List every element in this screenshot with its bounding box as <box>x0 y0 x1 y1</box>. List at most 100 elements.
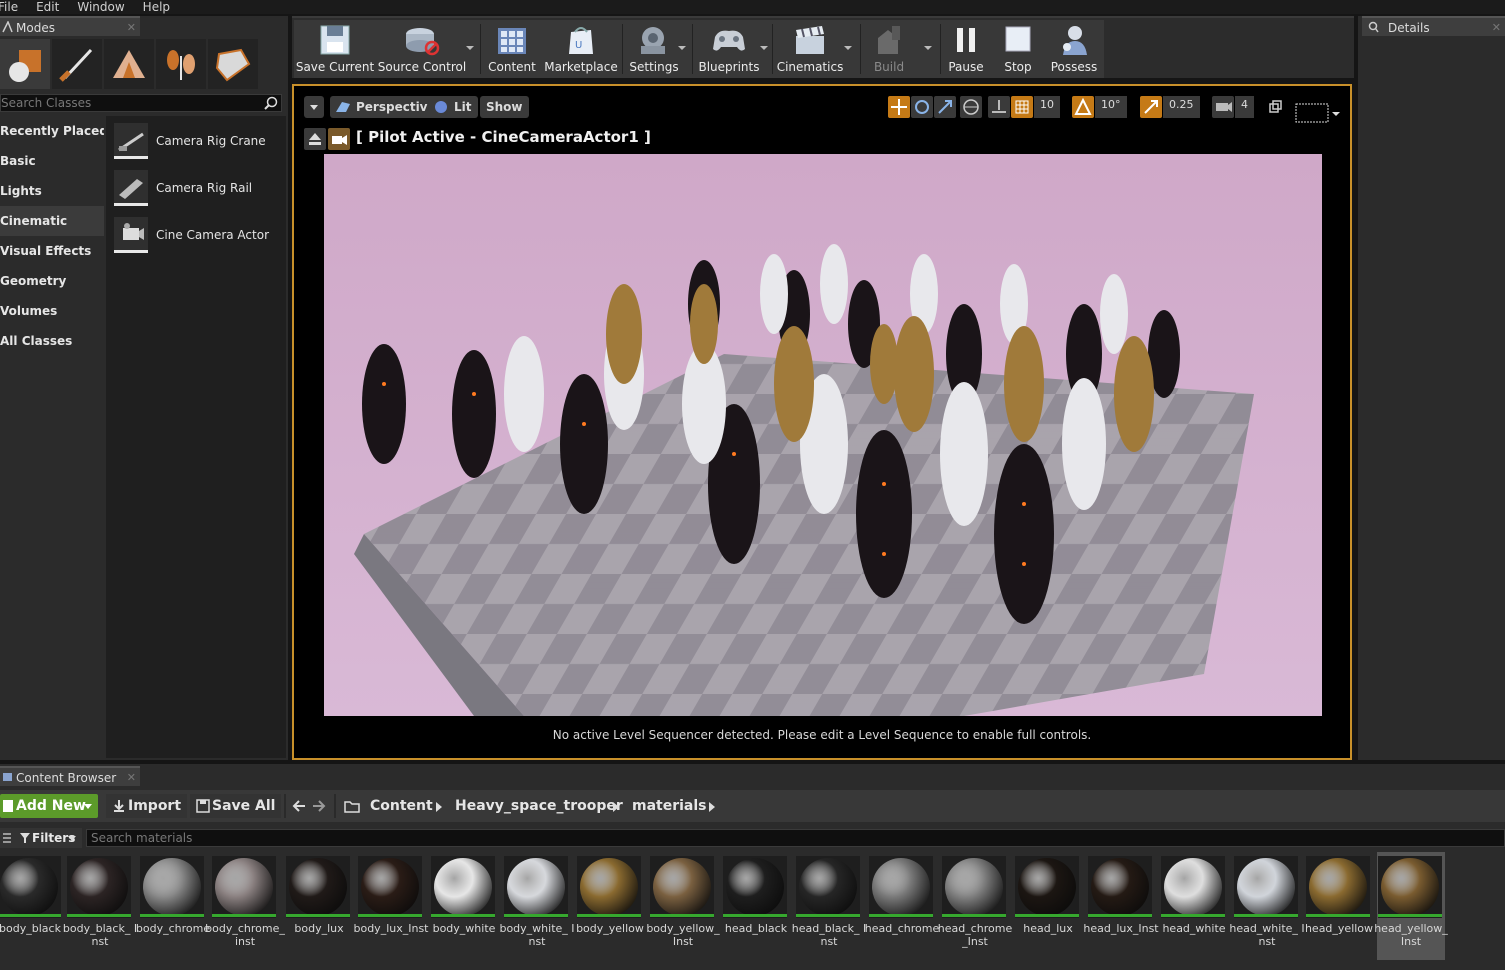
category-recently-placed[interactable]: Recently Placed <box>0 116 104 146</box>
asset-tile[interactable]: head_white_ Inst <box>1229 852 1305 960</box>
asset-tile[interactable]: body_chrome_ inst <box>205 852 285 960</box>
menu-file[interactable]: File <box>0 0 18 14</box>
close-icon[interactable]: ✕ <box>1492 18 1501 38</box>
geometry-mode-button[interactable] <box>208 39 258 89</box>
scale-snap-icon[interactable] <box>1140 96 1162 118</box>
back-arrow-icon[interactable] <box>292 800 306 812</box>
category-volumes[interactable]: Volumes <box>0 296 104 326</box>
asset-tile[interactable]: head_black <box>722 852 790 960</box>
asset-tile[interactable]: body_yellow_ Inst <box>646 852 720 960</box>
add-new-button[interactable]: Add New <box>0 794 98 818</box>
camera-speed-icon[interactable] <box>1212 96 1234 118</box>
asset-tile[interactable]: head_chrome _Inst <box>938 852 1012 960</box>
class-item-camera-rig-crane[interactable]: Camera Rig Crane <box>114 122 266 160</box>
cinematics-dropdown-icon[interactable] <box>844 46 852 50</box>
asset-tile[interactable]: body_white_ Inst <box>499 852 575 960</box>
asset-tile[interactable]: head_white <box>1160 852 1228 960</box>
world-space-icon[interactable] <box>960 96 982 118</box>
settings-button[interactable]: Settings <box>628 20 680 78</box>
menu-window[interactable]: Window <box>77 0 124 14</box>
stop-button[interactable]: Stop <box>998 20 1038 78</box>
close-icon[interactable]: ✕ <box>127 768 136 788</box>
viewport-options-button[interactable] <box>304 96 324 118</box>
rotation-snap-icon[interactable] <box>1072 96 1094 118</box>
search-materials-input[interactable]: Search materials <box>86 829 1505 847</box>
cinematics-button[interactable]: Cinematics <box>777 20 843 78</box>
source-control-button[interactable]: Source Control <box>378 20 466 78</box>
rotation-snap-value[interactable]: 10° <box>1095 96 1127 118</box>
camera-speed-value[interactable]: 4 <box>1235 96 1254 118</box>
source-control-dropdown-icon[interactable] <box>466 46 474 50</box>
import-button[interactable]: Import <box>106 794 188 818</box>
save-current-button[interactable]: Save Current <box>296 20 374 78</box>
translate-icon[interactable] <box>888 96 910 118</box>
asset-tile[interactable]: body_chrome <box>136 852 210 960</box>
content-browser-tab[interactable]: Content Browser ✕ <box>0 766 140 786</box>
foliage-mode-button[interactable] <box>156 39 206 89</box>
marketplace-button[interactable]: U Marketplace <box>544 20 618 78</box>
asset-tile[interactable]: body_black_ Inst <box>63 852 137 960</box>
perspective-button[interactable]: Perspective <box>330 96 442 118</box>
category-basic[interactable]: Basic <box>0 146 104 176</box>
asset-tile[interactable]: head_yellow_ Inst <box>1374 852 1448 960</box>
class-item-cine-camera-actor[interactable]: Cine Camera Actor <box>114 216 269 254</box>
forward-arrow-icon[interactable] <box>312 800 326 812</box>
maximize-viewport-icon[interactable] <box>1268 100 1282 114</box>
category-visual-effects[interactable]: Visual Effects <box>0 236 104 266</box>
breadcrumb-content[interactable]: Content <box>370 794 433 818</box>
modes-tab[interactable]: Modes ✕ <box>0 16 140 36</box>
paint-mode-button[interactable] <box>52 39 102 89</box>
filters-button[interactable]: Filters <box>0 828 82 848</box>
breadcrumb-arrow-icon[interactable] <box>436 802 442 812</box>
breadcrumb-arrow-icon[interactable] <box>709 802 715 812</box>
asset-tile[interactable]: head_black_ Inst <box>792 852 866 960</box>
lit-button[interactable]: Lit <box>428 96 478 118</box>
grid-snap-value[interactable]: 10 <box>1034 96 1060 118</box>
category-cinematic[interactable]: Cinematic <box>0 206 104 236</box>
search-classes-input[interactable]: Search Classes <box>0 94 282 112</box>
surface-snap-icon[interactable] <box>988 96 1010 118</box>
breadcrumb-materials[interactable]: materials <box>632 794 707 818</box>
breadcrumb-arrow-icon[interactable] <box>613 802 619 812</box>
category-lights[interactable]: Lights <box>0 176 104 206</box>
scale-icon[interactable] <box>934 96 956 118</box>
asset-tile[interactable]: body_lux_Inst <box>353 852 429 960</box>
eject-icon[interactable] <box>304 128 326 150</box>
menu-edit[interactable]: Edit <box>36 0 59 14</box>
viewport-layout-button[interactable] <box>1294 102 1344 124</box>
blueprints-button[interactable]: Blueprints <box>698 20 760 78</box>
build-button[interactable]: Build <box>866 20 912 78</box>
details-tab[interactable]: Details ✕ <box>1362 16 1505 36</box>
blueprints-dropdown-icon[interactable] <box>760 46 768 50</box>
possess-button[interactable]: Possess <box>1048 20 1100 78</box>
close-icon[interactable]: ✕ <box>127 18 136 38</box>
rotate-icon[interactable] <box>911 96 933 118</box>
scene-render[interactable] <box>324 154 1322 716</box>
save-all-button[interactable]: Save All <box>190 794 282 818</box>
category-all-classes[interactable]: All Classes <box>0 326 104 356</box>
place-mode-button[interactable] <box>0 39 50 89</box>
sources-toggle-icon[interactable] <box>2 832 12 844</box>
asset-tile[interactable]: head_lux_Inst <box>1083 852 1159 960</box>
landscape-mode-button[interactable] <box>104 39 154 89</box>
asset-tile[interactable]: head_chrome <box>865 852 939 960</box>
pilot-camera-icon[interactable] <box>328 128 350 150</box>
asset-tile[interactable]: body_yellow <box>576 852 644 960</box>
asset-tile[interactable]: body_lux <box>285 852 353 960</box>
level-viewport[interactable]: Perspective Lit Show 10 10° 0.25 4 [ Pil… <box>292 84 1352 760</box>
content-button[interactable]: Content <box>484 20 540 78</box>
scale-snap-value[interactable]: 0.25 <box>1163 96 1200 118</box>
show-button[interactable]: Show <box>480 96 529 118</box>
category-geometry[interactable]: Geometry <box>0 266 104 296</box>
asset-tile[interactable]: body_white <box>430 852 498 960</box>
pause-button[interactable]: Pause <box>944 20 988 78</box>
class-item-camera-rig-rail[interactable]: Camera Rig Rail <box>114 169 252 207</box>
asset-tile[interactable]: body_black <box>0 852 64 960</box>
build-dropdown-icon[interactable] <box>924 46 932 50</box>
asset-tile[interactable]: head_lux <box>1014 852 1082 960</box>
grid-snap-icon[interactable] <box>1011 96 1033 118</box>
breadcrumb-heavy-space-trooper[interactable]: Heavy_space_trooper <box>455 794 623 818</box>
menu-help[interactable]: Help <box>143 0 170 14</box>
asset-tile[interactable]: head_yellow <box>1305 852 1373 960</box>
settings-dropdown-icon[interactable] <box>678 46 686 50</box>
